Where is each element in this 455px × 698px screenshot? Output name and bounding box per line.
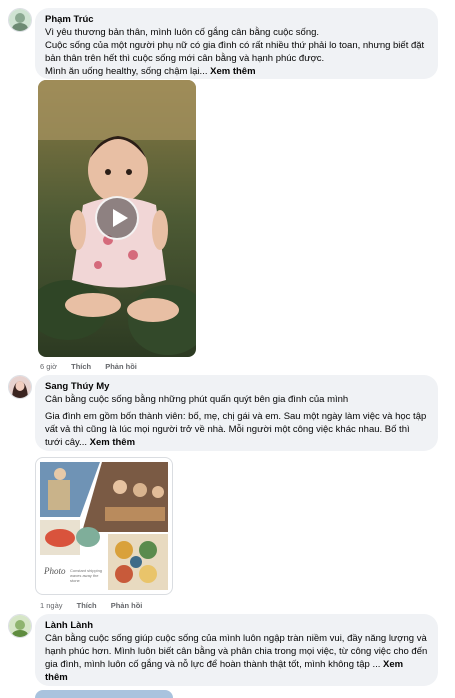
- author-name[interactable]: Lành Lành: [45, 619, 428, 632]
- see-more-link[interactable]: Xem thêm: [90, 437, 135, 448]
- next-attachment-preview[interactable]: [35, 690, 173, 698]
- see-more-link[interactable]: Xem thêm: [210, 66, 255, 77]
- timestamp[interactable]: 6 giờ: [40, 362, 57, 371]
- photo-collage[interactable]: Constant shipping waves away the stone P…: [40, 462, 168, 590]
- author-name[interactable]: Phạm Trúc: [45, 13, 428, 26]
- comment-line: Gia đình em gồm bốn thành viên: bố, mẹ, …: [45, 411, 427, 448]
- author-name[interactable]: Sang Thúy My: [45, 380, 428, 393]
- comment-line: Vì yêu thương bản thân, mình luôn cố gắn…: [45, 27, 320, 38]
- like-button[interactable]: Thích: [77, 601, 97, 610]
- comment-line: Cân bằng cuộc sống giúp cuộc sống của mì…: [45, 633, 428, 683]
- comment-line: Cuộc sống của một người phụ nữ có gia đì…: [45, 40, 425, 64]
- like-button[interactable]: Thích: [71, 362, 91, 371]
- reply-button[interactable]: Phản hồi: [111, 601, 143, 610]
- comment-bubble: Sang Thúy My Cân bằng cuộc sống bằng nhữ…: [35, 375, 438, 451]
- photo-attachment-frame: Constant shipping waves away the stone P…: [35, 457, 173, 595]
- collage-brand: Constant shipping waves away the stone: [70, 568, 103, 583]
- avatar[interactable]: [8, 8, 32, 32]
- play-button[interactable]: [95, 196, 139, 240]
- comment-line: Cân bằng cuộc sống bằng những phút quấn …: [45, 394, 349, 405]
- comment-bubble: Phạm Trúc Vì yêu thương bản thân, mình l…: [35, 8, 438, 79]
- collage-logo: Photo: [44, 566, 66, 576]
- play-icon: [113, 209, 128, 227]
- comment-bubble: Lành Lành Cân bằng cuộc sống giúp cuộc s…: [35, 614, 438, 686]
- avatar[interactable]: [8, 375, 32, 399]
- comment-line: Mình ăn uống healthy, sống chậm lại... X…: [45, 66, 256, 77]
- timestamp[interactable]: 1 ngày: [40, 601, 63, 610]
- comment-actions: 1 ngày Thích Phản hồi: [40, 601, 154, 610]
- video-attachment[interactable]: [38, 80, 196, 357]
- comment-actions: 6 giờ Thích Phản hồi: [40, 362, 149, 371]
- avatar[interactable]: [8, 614, 32, 638]
- reply-button[interactable]: Phản hồi: [105, 362, 137, 371]
